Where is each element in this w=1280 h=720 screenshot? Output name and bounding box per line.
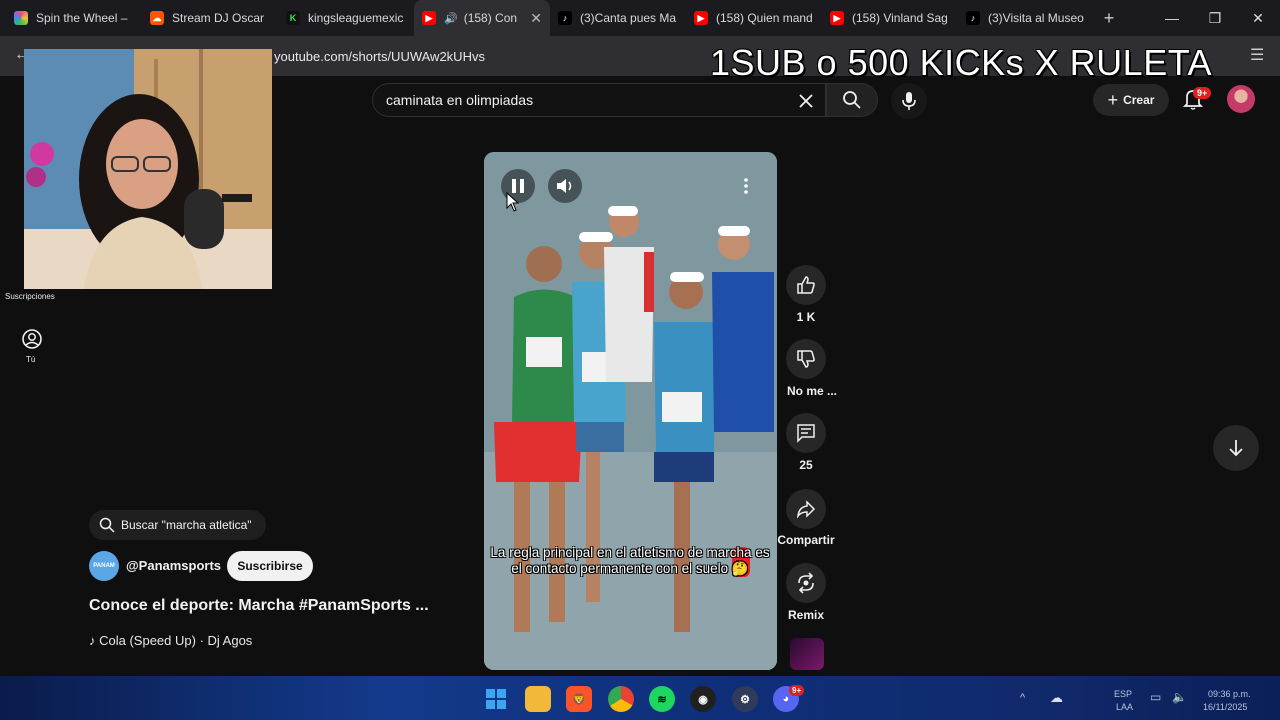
search-button[interactable] <box>826 83 878 117</box>
windows-taskbar <box>0 676 1280 720</box>
share-arrow-icon <box>796 500 816 519</box>
channel-avatar[interactable]: PANAM <box>89 551 119 581</box>
close-tab-icon[interactable]: ✕ <box>530 10 542 27</box>
search-box[interactable]: caminata en olimpiadas <box>372 83 826 117</box>
remix-icon <box>798 572 814 594</box>
discord-badge: 9+ <box>789 685 805 696</box>
new-tab-button[interactable]: + <box>1094 8 1124 29</box>
share-label: Compartir <box>777 533 835 547</box>
brave-browser-icon[interactable]: 🦁 <box>566 686 592 712</box>
comments-button[interactable] <box>786 413 826 453</box>
youtube-icon: ▶ <box>830 11 844 25</box>
tray-chevron-icon[interactable]: ^ <box>1020 692 1025 704</box>
windows-start-icon[interactable] <box>483 686 509 712</box>
video-title[interactable]: Conoce el deporte: Marcha #PanamSports .… <box>89 597 429 615</box>
minimize-button[interactable]: — <box>1150 0 1194 36</box>
browser-tab[interactable]: K kingsleaguemexic <box>278 0 414 36</box>
plus-icon: + <box>1107 89 1119 110</box>
thumbs-up-icon <box>797 276 815 294</box>
obs-icon[interactable]: ◉ <box>690 686 716 712</box>
shorts-video-player[interactable] <box>484 152 777 670</box>
browser-tab-active[interactable]: ▶ 🔊 (158) Con ✕ <box>414 0 550 36</box>
onedrive-icon[interactable]: ☁ <box>1050 690 1063 706</box>
channel-name[interactable]: @Panamsports <box>126 558 221 573</box>
search-input[interactable]: caminata en olimpiadas <box>386 92 533 108</box>
app-icon[interactable]: ⚙ <box>732 686 758 712</box>
remix-label: Remix <box>787 608 825 622</box>
more-options-button[interactable] <box>729 169 763 203</box>
clear-search-icon[interactable] <box>793 88 819 114</box>
dislike-label: No me ... <box>786 384 837 398</box>
youtube-icon: ▶ <box>422 11 436 25</box>
music-note-icon: ♪ <box>89 633 100 648</box>
nav-item-you[interactable]: Tú <box>18 328 46 368</box>
share-button[interactable] <box>786 489 826 529</box>
create-button[interactable]: + Crear <box>1093 84 1169 116</box>
comment-count: 25 <box>799 458 813 472</box>
next-short-button[interactable] <box>1213 425 1259 471</box>
browser-tab[interactable]: ♪ (3)Canta pues Ma <box>550 0 686 36</box>
thumbs-down-icon <box>797 350 815 368</box>
nav-label-subscriptions[interactable]: Suscripciones <box>5 292 55 301</box>
subscribe-button[interactable]: Suscribirse <box>227 551 313 581</box>
input-language-layout: LAA <box>1116 702 1134 712</box>
close-window-button[interactable]: ✕ <box>1236 0 1280 36</box>
streamer-webcam-overlay <box>24 49 272 289</box>
network-icon[interactable]: ▭ <box>1150 690 1161 704</box>
clock-date[interactable]: 16/11/2025 <box>1203 702 1247 712</box>
maximize-button[interactable]: ❐ <box>1193 0 1237 36</box>
menu-icon[interactable]: ☰ <box>1250 45 1264 65</box>
soundcloud-icon: ☁ <box>150 11 164 25</box>
volume-button[interactable] <box>548 169 582 203</box>
youtube-icon: ▶ <box>694 11 708 25</box>
kings-league-icon: K <box>286 11 300 25</box>
sound-thumbnail[interactable] <box>790 638 824 670</box>
notification-badge: 9+ <box>1193 87 1212 99</box>
voice-search-button[interactable] <box>891 83 927 119</box>
music-link[interactable]: ♪ Cola (Speed Up) · Dj Agos <box>89 633 252 648</box>
microphone-icon <box>902 92 916 110</box>
search-icon <box>99 517 115 533</box>
tiktok-icon: ♪ <box>966 11 980 25</box>
like-count: 1 K <box>796 310 816 324</box>
dislike-button[interactable] <box>786 339 826 379</box>
remix-button[interactable] <box>786 563 826 603</box>
clock-time[interactable]: 09:36 p.m. <box>1208 689 1251 699</box>
comment-icon <box>797 424 815 443</box>
browser-tab[interactable]: Spin the Wheel – <box>6 0 142 36</box>
race-walking-video-frame <box>484 152 777 670</box>
related-search-chip[interactable]: Buscar "marcha atletica" <box>89 510 266 540</box>
account-avatar[interactable] <box>1227 85 1255 113</box>
browser-tab-bar: Spin the Wheel – ☁ Stream DJ Oscar K kin… <box>0 0 1280 36</box>
spotify-icon[interactable]: ≋ <box>649 686 675 712</box>
arrow-down-icon <box>1229 440 1243 457</box>
account-circle-icon <box>22 329 42 349</box>
url-field[interactable]: youtube.com/shorts/UUWAw2kUHvs <box>274 49 485 64</box>
webcam-picture <box>24 49 272 289</box>
browser-tab[interactable]: ♪ (3)Visita al Museo <box>958 0 1094 36</box>
like-button[interactable] <box>786 265 826 305</box>
tiktok-icon: ♪ <box>558 11 572 25</box>
browser-tab[interactable]: ☁ Stream DJ Oscar <box>142 0 278 36</box>
search-icon <box>843 91 861 109</box>
browser-tab[interactable]: ▶ (158) Vinland Sag <box>822 0 958 36</box>
file-explorer-icon[interactable] <box>525 686 551 712</box>
browser-tab[interactable]: ▶ (158) Quien mand <box>686 0 822 36</box>
chrome-icon[interactable] <box>608 686 634 712</box>
volume-tray-icon[interactable]: 🔈 <box>1172 690 1187 704</box>
speaker-icon: 🔊 <box>444 12 458 25</box>
video-caption: La regla principal en el atletismo de ma… <box>490 545 770 576</box>
volume-icon <box>557 179 572 193</box>
input-language[interactable]: ESP <box>1114 689 1132 699</box>
colorful-wheel-icon <box>14 11 28 25</box>
mouse-cursor-icon <box>506 192 520 212</box>
more-vertical-icon <box>744 178 748 194</box>
stream-overlay-banner: 1SUB o 500 KICKs X RULETA <box>710 42 1213 83</box>
